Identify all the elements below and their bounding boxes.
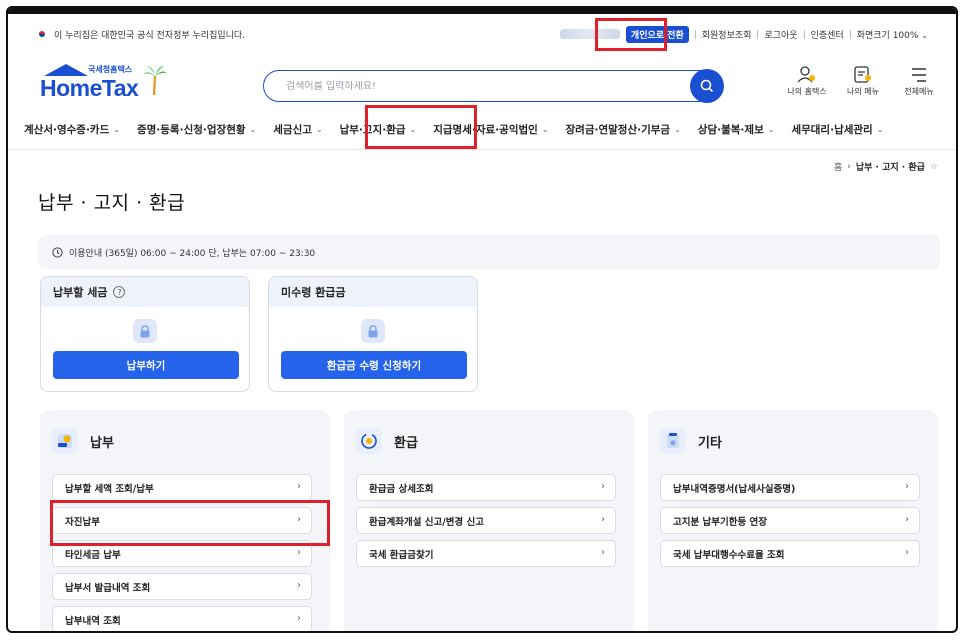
breadcrumb-home[interactable]: 홈 — [834, 160, 842, 173]
all-menu-label: 전체메뉴 — [904, 87, 934, 96]
chevron-right-icon: › — [601, 481, 605, 492]
all-menu-button[interactable]: 전체메뉴 — [898, 66, 940, 97]
korea-flag-icon — [36, 30, 48, 39]
gnb-item-tax-filing[interactable]: 세금신고 ⌄ — [273, 122, 322, 137]
list-item[interactable]: 국세 납부대행수수료율 조회 › — [660, 540, 920, 567]
summary-card-tax-due: 납부할 세금 ? 납부하기 — [40, 276, 250, 392]
highlight-box-self-payment — [50, 500, 330, 546]
search-bar — [263, 69, 724, 103]
highlight-box-user — [595, 18, 667, 51]
list-item[interactable]: 국세 환급금찾기 › — [356, 540, 616, 567]
certificate-center-link[interactable]: 인증센터 — [811, 28, 844, 41]
clock-icon — [52, 246, 63, 258]
chevron-down-icon: ⌄ — [113, 125, 120, 134]
etc-icon — [660, 428, 686, 454]
help-icon[interactable]: ? — [113, 286, 126, 298]
chevron-down-icon: ⌄ — [249, 125, 257, 134]
list-item[interactable]: 환급금 상세조회 › — [356, 474, 616, 501]
page-title: 납부 · 고지 · 환급 — [38, 192, 186, 214]
logout-link[interactable]: 로그아웃 — [764, 28, 797, 41]
gnb-item-incentive[interactable]: 장려금·연말정산·기부금 ⌄ — [566, 122, 681, 137]
panel-refund: 환급 환급금 상세조회 › 환급계좌개설 신고/변경 신고 › 국세 환급금찾기 › — [344, 410, 634, 631]
gnb-item-invoice[interactable]: 계산서·영수증·카드 ⌄ — [24, 122, 120, 137]
header-icon-group: 나의 홈택스 나의 메뉴 전체메뉴 — [786, 66, 940, 97]
palm-tree-icon — [143, 66, 167, 96]
chevron-right-icon: › — [905, 547, 909, 558]
chevron-down-icon: ⌄ — [876, 125, 884, 134]
payment-icon — [52, 428, 78, 454]
lock-icon — [133, 319, 157, 343]
chevron-right-icon: › — [297, 580, 301, 591]
my-menu-label: 나의 메뉴 — [847, 87, 879, 96]
zoom-value: 100% — [892, 30, 919, 41]
panel-header: 환급 — [356, 428, 418, 454]
my-menu-button[interactable]: 나의 메뉴 — [842, 66, 884, 97]
member-info-link[interactable]: 회원정보조회 — [702, 28, 752, 41]
chevron-right-icon: › — [905, 514, 909, 525]
list-item[interactable]: 고지분 납부기한등 연장 › — [660, 507, 920, 534]
frame-top-bar — [8, 8, 956, 14]
chevron-right-icon: › — [601, 547, 605, 558]
zoom-control[interactable]: 화면크기 100% ⌄ — [857, 28, 928, 41]
panel-header: 납부 — [52, 428, 114, 454]
chevron-right-icon: › — [847, 161, 851, 172]
search-input[interactable] — [286, 80, 666, 92]
logo-small-text: 국세청홈택스 — [88, 65, 133, 74]
zoom-label: 화면크기 — [856, 30, 890, 41]
summary-card-header: 납부할 세금 ? — [41, 277, 249, 307]
highlight-box-gnb — [365, 105, 477, 149]
main-navigation: 계산서·영수증·카드 ⌄ 증명·등록·신청·업장현황 ⌄ 세금신고 ⌄ 납부·고지·환… — [8, 110, 956, 150]
chevron-down-icon: ⌄ — [315, 125, 323, 134]
gnb-item-tax-agent[interactable]: 세무대리·납세관리 ⌄ — [791, 122, 883, 137]
breadcrumb-current: 납부 · 고지 · 환급 — [855, 163, 925, 173]
list-item[interactable]: 납부내역증명서(납세사실증명) › — [660, 474, 920, 501]
browser-frame: 이 누리집은 대한민국 공식 전자정부 누리집입니다. 개인으로 전환 회원정보… — [6, 6, 958, 633]
list-item[interactable]: 납부서 발급내역 조회 › — [52, 573, 312, 600]
chevron-down-icon: ⌄ — [541, 125, 549, 134]
breadcrumb: 홈 › 납부 · 고지 · 환급 ☆ — [834, 160, 938, 174]
chevron-right-icon: › — [297, 481, 301, 492]
chevron-right-icon: › — [601, 514, 605, 525]
chevron-down-icon: ⌄ — [921, 30, 928, 40]
site-header: 국세청홈택스 HomeTax 검색어를 입력하세요! 나의 홈택스 나의 메뉴 … — [8, 50, 956, 108]
chevron-right-icon: › — [905, 481, 909, 492]
star-icon[interactable]: ☆ — [930, 162, 938, 172]
chevron-down-icon: ⌄ — [674, 125, 681, 134]
my-hometax-button[interactable]: 나의 홈택스 — [786, 66, 828, 97]
summary-card-header: 미수령 환급금 — [269, 277, 477, 307]
my-hometax-icon — [797, 66, 815, 83]
gov-banner: 이 누리집은 대한민국 공식 전자정부 누리집입니다. 개인으로 전환 회원정보… — [8, 22, 956, 46]
refund-icon — [356, 428, 382, 454]
all-menu-icon — [912, 68, 926, 82]
list-item[interactable]: 납부내역 조회 › — [52, 606, 312, 631]
search-icon — [700, 79, 714, 93]
chevron-down-icon: ⌄ — [767, 125, 775, 134]
panel-etc: 기타 납부내역증명서(납세사실증명) › 고지분 납부기한등 연장 › 국세 납부대… — [648, 410, 938, 631]
usage-notice-text: 이용안내 (365일) 06:00 ~ 24:00 단, 납부는 07:00 ~… — [69, 248, 316, 259]
gov-banner-text: 이 누리집은 대한민국 공식 전자정부 누리집입니다. — [54, 30, 246, 41]
search-button[interactable] — [690, 69, 724, 103]
chevron-right-icon: › — [297, 613, 301, 624]
my-menu-icon — [854, 66, 871, 83]
summary-card-unclaimed-refund: 미수령 환급금 환급금 수령 신청하기 — [268, 276, 478, 392]
logo-name: HomeTax — [40, 75, 139, 101]
gnb-item-certificate[interactable]: 증명·등록·신청·업장현황 ⌄ — [137, 122, 256, 137]
panel-header: 기타 — [660, 428, 722, 454]
chevron-right-icon: › — [297, 547, 301, 558]
my-hometax-label: 나의 홈택스 — [787, 87, 827, 96]
gnb-item-consultation[interactable]: 상담·불복·제보 ⌄ — [698, 122, 775, 137]
usage-notice: 이용안내 (365일) 06:00 ~ 24:00 단, 납부는 07:00 ~… — [38, 235, 940, 269]
hometax-logo[interactable]: 국세청홈택스 HomeTax — [40, 58, 170, 101]
list-item[interactable]: 납부할 세액 조회/납부 › — [52, 474, 312, 501]
lock-icon — [361, 319, 385, 343]
pay-button[interactable]: 납부하기 — [53, 351, 239, 379]
refund-apply-button[interactable]: 환급금 수령 신청하기 — [281, 351, 467, 379]
list-item[interactable]: 환급계좌개설 신고/변경 신고 › — [356, 507, 616, 534]
